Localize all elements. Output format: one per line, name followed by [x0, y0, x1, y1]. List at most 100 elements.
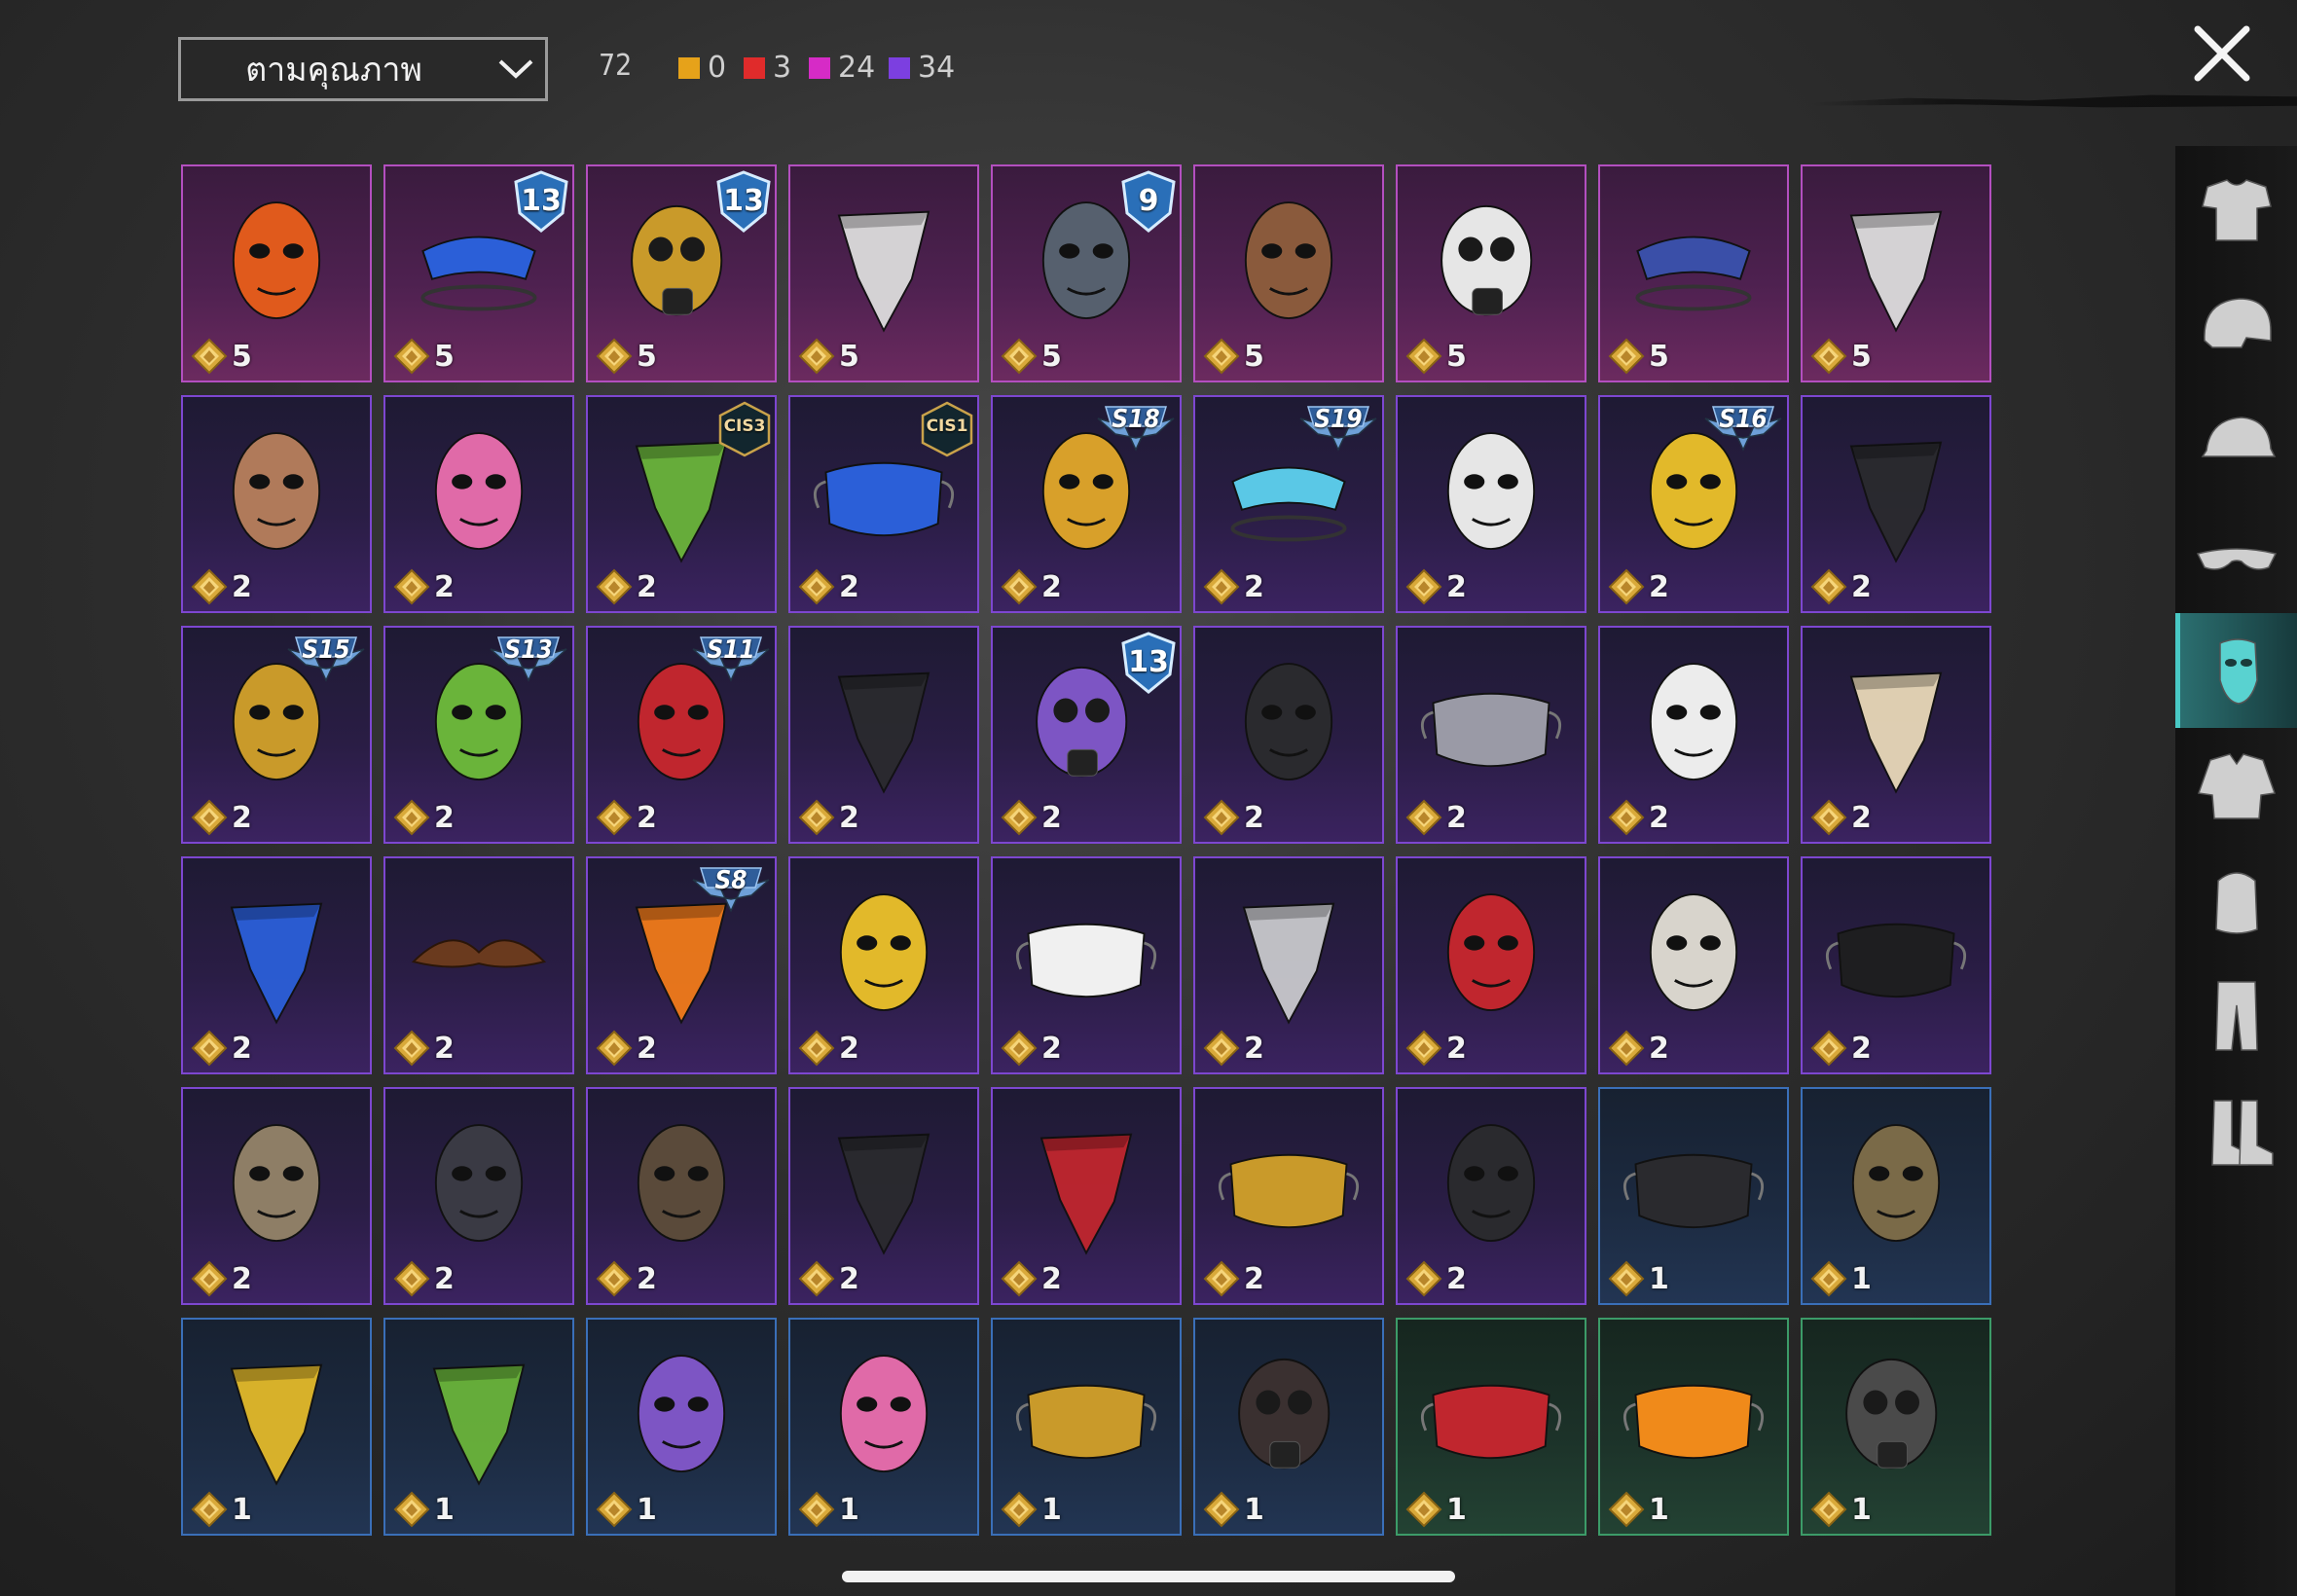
season-badge-text: CIS3 [723, 417, 766, 436]
inventory-item-card[interactable]: 1 [1801, 1087, 1991, 1305]
item-quantity: 1 [596, 1491, 657, 1528]
sidebar-item-jacket[interactable] [2175, 728, 2297, 843]
sidebar-item-helmet[interactable] [2175, 269, 2297, 383]
yellow-dots-bandana-icon [230, 1363, 323, 1486]
season-badge-text: S8 [714, 866, 747, 895]
inventory-item-card[interactable]: 1 [181, 1318, 372, 1536]
inventory-item-card[interactable]: 5 [1598, 164, 1789, 382]
inventory-item-card[interactable]: 13 5 [383, 164, 574, 382]
inventory-item-card[interactable]: 2 [383, 395, 574, 613]
inventory-item-card[interactable]: S19 2 [1193, 395, 1384, 613]
sidebar-item-backpack[interactable] [2175, 843, 2297, 958]
inventory-item-card[interactable]: 2 [1598, 856, 1789, 1074]
sort-dropdown[interactable]: ตามคุณภาพ [178, 37, 548, 101]
leather-muzzle-icon [637, 1124, 726, 1243]
inventory-item-card[interactable]: 5 [1801, 164, 1991, 382]
inventory-item-card[interactable]: 1 [1396, 1318, 1586, 1536]
item-quantity-value: 5 [1649, 339, 1669, 374]
inventory-item-card[interactable]: CIS1 2 [788, 395, 979, 613]
item-quantity-value: 2 [434, 1261, 455, 1296]
inventory-item-card[interactable]: 2 [1801, 395, 1991, 613]
inventory-item-card[interactable]: 5 [181, 164, 372, 382]
inventory-item-card[interactable]: 2 [1396, 626, 1586, 844]
inventory-item-card[interactable]: 2 [788, 856, 979, 1074]
inventory-item-card[interactable]: 2 [991, 856, 1182, 1074]
inventory-item-card[interactable]: S16 2 [1598, 395, 1789, 613]
black-stitched-bandana-icon [837, 671, 930, 794]
sidebar-item-pants[interactable] [2175, 958, 2297, 1072]
inventory-item-card[interactable]: 1 [1598, 1318, 1789, 1536]
item-quantity-value: 5 [637, 339, 657, 374]
inventory-item-card[interactable]: CIS3 2 [586, 395, 777, 613]
coin-icon [191, 338, 228, 375]
coin-icon [596, 568, 633, 605]
inventory-item-card[interactable]: S11 2 [586, 626, 777, 844]
item-quantity-value: 2 [1041, 1261, 1062, 1296]
helmet-icon [2203, 298, 2272, 348]
item-quantity-value: 1 [1041, 1492, 1062, 1527]
inventory-item-card[interactable]: S15 2 [181, 626, 372, 844]
armored-knight-mask-icon [1041, 201, 1131, 320]
inventory-item-card[interactable]: 1 [991, 1318, 1182, 1536]
inventory-item-card[interactable]: 2 [383, 1087, 574, 1305]
sidebar-item-mask[interactable] [2175, 613, 2297, 728]
inventory-item-card[interactable]: 2 [181, 856, 372, 1074]
inventory-item-card[interactable]: 95 [991, 164, 1182, 382]
season-badge-text: CIS1 [926, 417, 968, 436]
sidebar-item-cap[interactable] [2175, 383, 2297, 498]
season-badge: S16 [1703, 401, 1783, 453]
inventory-item-card[interactable]: 2 [991, 1087, 1182, 1305]
item-quantity-value: 1 [1649, 1492, 1669, 1527]
inventory-item-card[interactable]: 5 [1193, 164, 1384, 382]
inventory-item-card[interactable]: 5 [1396, 164, 1586, 382]
clown-mask-icon [1649, 663, 1738, 781]
inventory-item-card[interactable]: 2 [1801, 856, 1991, 1074]
inventory-item-card[interactable]: 2 [383, 856, 574, 1074]
inventory-item-card[interactable]: 2 [1193, 626, 1384, 844]
sidebar-item-boots[interactable] [2175, 1072, 2297, 1187]
inventory-item-card[interactable]: 2 [1396, 1087, 1586, 1305]
hockey-mask-icon [1649, 893, 1738, 1012]
coin-icon [1203, 1491, 1240, 1528]
inventory-item-card[interactable]: 2 [1396, 856, 1586, 1074]
season-badge: 9 [1121, 170, 1176, 233]
inventory-item-card[interactable]: 2 [1396, 395, 1586, 613]
inventory-item-card[interactable]: S13 2 [383, 626, 574, 844]
inventory-item-card[interactable]: 2 [181, 395, 372, 613]
red-rarity-swatch [744, 56, 765, 79]
coin-icon [393, 1030, 430, 1067]
cyber-face-mask-icon [1420, 692, 1562, 768]
sidebar-item-glasses[interactable] [2175, 498, 2297, 613]
inventory-item-card[interactable]: 1 [788, 1318, 979, 1536]
sidebar-item-outfit[interactable] [2175, 154, 2297, 269]
item-quantity: 2 [1405, 799, 1467, 836]
inventory-item-card[interactable]: 5 [788, 164, 979, 382]
inventory-item-card[interactable]: 2 [1801, 626, 1991, 844]
inventory-item-card[interactable]: 2 [788, 626, 979, 844]
inventory-item-card[interactable]: 2 [586, 1087, 777, 1305]
item-quantity-value: 2 [1446, 1261, 1467, 1296]
inventory-item-card[interactable]: 2 [1598, 626, 1789, 844]
category-sidebar [2175, 146, 2297, 1596]
inventory-item-card[interactable]: 1 [1598, 1087, 1789, 1305]
inventory-item-card[interactable]: 1 [1801, 1318, 1991, 1536]
inventory-item-card[interactable]: S8 2 [586, 856, 777, 1074]
item-quantity: 5 [596, 338, 657, 375]
close-button[interactable] [2190, 21, 2254, 86]
inventory-item-card[interactable]: 13 2 [991, 626, 1182, 844]
inventory-item-card[interactable]: 1 [1193, 1318, 1384, 1536]
inventory-item-card[interactable]: 13 5 [586, 164, 777, 382]
inventory-item-card[interactable]: 2 [788, 1087, 979, 1305]
home-indicator[interactable] [842, 1571, 1455, 1582]
coin-icon [191, 1030, 228, 1067]
inventory-item-card[interactable]: 2 [181, 1087, 372, 1305]
inventory-item-card[interactable]: 1 [586, 1318, 777, 1536]
rarity-count-red: 3 [744, 51, 791, 85]
item-quantity-value: 2 [637, 569, 657, 604]
item-quantity: 2 [393, 568, 455, 605]
coin-icon [596, 338, 633, 375]
inventory-item-card[interactable]: 2 [1193, 856, 1384, 1074]
inventory-item-card[interactable]: S18 2 [991, 395, 1182, 613]
inventory-item-card[interactable]: 1 [383, 1318, 574, 1536]
inventory-item-card[interactable]: 2 [1193, 1087, 1384, 1305]
